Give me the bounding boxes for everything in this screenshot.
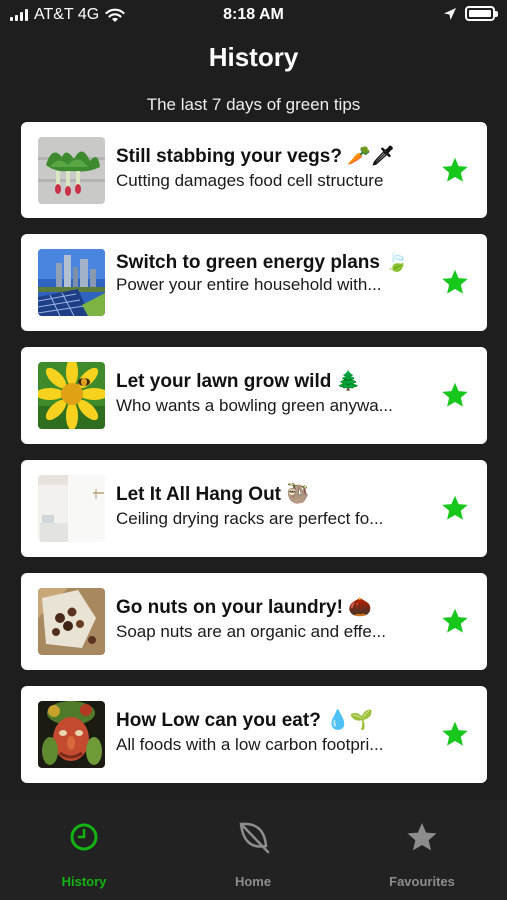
location-arrow-icon <box>444 7 456 20</box>
tab-history[interactable]: History <box>24 820 144 889</box>
tip-text: Still stabbing your vegs? 🥕🗡 Cutting dam… <box>116 144 438 191</box>
tip-title: Still stabbing your vegs? 🥕🗡 <box>116 146 395 167</box>
tip-text: How Low can you eat? 💧🌱 All foods with a… <box>116 708 438 755</box>
tip-text: Switch to green energy plans 🍃 Power you… <box>116 252 438 295</box>
leaf-icon <box>239 822 270 854</box>
vegetable-face-image <box>38 701 105 768</box>
tab-home[interactable]: Home <box>193 820 313 889</box>
vegetables-image <box>38 137 105 204</box>
tab-history-label: History <box>61 874 107 889</box>
tip-text: Let your lawn grow wild 🌲 Who wants a bo… <box>116 369 438 416</box>
solar-city-image <box>38 249 105 316</box>
tab-favourites-label: Favourites <box>389 874 455 889</box>
tip-subtitle: Ceiling drying racks are perfect fo... <box>116 509 384 528</box>
tip-subtitle: Power your entire household with... <box>116 275 382 294</box>
tip-card[interactable]: How Low can you eat? 💧🌱 All foods with a… <box>21 686 487 783</box>
tip-card[interactable]: Let It All Hang Out 🦥 Ceiling drying rac… <box>21 460 487 557</box>
favourite-star-icon[interactable] <box>441 494 469 522</box>
tip-title: How Low can you eat? 💧🌱 <box>116 710 374 731</box>
tip-title: Go nuts on your laundry! 🌰 <box>116 597 372 618</box>
tip-subtitle: Who wants a bowling green anywa... <box>116 396 393 415</box>
battery-icon <box>465 6 498 21</box>
favourite-star-icon[interactable] <box>441 720 469 748</box>
tip-card[interactable]: Let your lawn grow wild 🌲 Who wants a bo… <box>21 347 487 444</box>
soap-nuts-image <box>38 588 105 655</box>
tip-title: Let It All Hang Out 🦥 <box>116 484 310 505</box>
favourite-star-icon[interactable] <box>441 156 469 184</box>
tab-bar: History Home Favourites <box>0 800 507 900</box>
page-title: History <box>208 42 299 72</box>
tip-text: Go nuts on your laundry! 🌰 Soap nuts are… <box>116 595 438 642</box>
tips-list: Still stabbing your vegs? 🥕🗡 Cutting dam… <box>21 122 487 799</box>
status-bar: AT&T 4G 8:18 AM <box>0 0 507 30</box>
tip-title: Let your lawn grow wild 🌲 <box>116 371 361 392</box>
status-right <box>443 6 498 21</box>
favourite-star-icon[interactable] <box>441 607 469 635</box>
favourite-star-icon[interactable] <box>441 268 469 296</box>
favourite-star-icon[interactable] <box>441 381 469 409</box>
tip-card[interactable]: Go nuts on your laundry! 🌰 Soap nuts are… <box>21 573 487 670</box>
tab-home-label: Home <box>234 874 272 889</box>
tip-card[interactable]: Switch to green energy plans 🍃 Power you… <box>21 234 487 331</box>
tip-subtitle: Cutting damages food cell structure <box>116 171 384 190</box>
tip-title: Switch to green energy plans 🍃 <box>116 252 409 273</box>
tip-subtitle: All foods with a low carbon footpri... <box>116 735 384 754</box>
tab-favourites[interactable]: Favourites <box>362 820 482 889</box>
tip-text: Let It All Hang Out 🦥 Ceiling drying rac… <box>116 482 438 529</box>
page-subtitle: The last 7 days of green tips <box>146 95 361 114</box>
clock-icon <box>70 823 98 851</box>
star-icon <box>407 823 437 851</box>
sunflower-bee-image <box>38 362 105 429</box>
status-time: 8:18 AM <box>223 6 284 23</box>
tip-card[interactable]: Still stabbing your vegs? 🥕🗡 Cutting dam… <box>21 122 487 218</box>
tip-subtitle: Soap nuts are an organic and effe... <box>116 622 386 641</box>
drying-rack-image <box>38 475 105 542</box>
